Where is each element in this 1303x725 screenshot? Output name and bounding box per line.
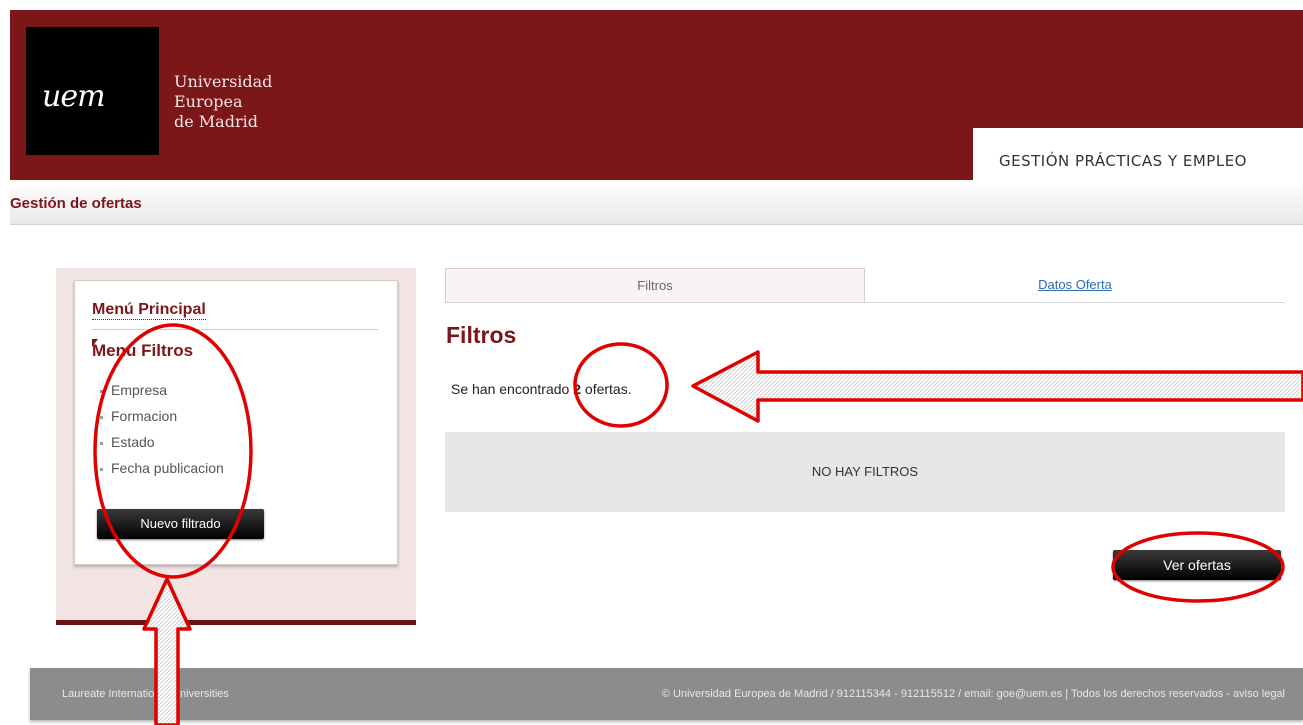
filter-item-label: Empresa <box>111 382 168 398</box>
logo-mark: uem <box>42 79 106 114</box>
tab-datos-oferta[interactable]: Datos Oferta <box>865 268 1285 301</box>
site-header: uem Universidad Europea de Madrid GESTIÓ… <box>10 10 1303 180</box>
sidebar-menu: Menú Principal Menú Filtros Empresa Form… <box>74 280 398 565</box>
menu-divider <box>92 329 378 330</box>
new-filter-button[interactable]: Nuevo filtrado <box>97 509 264 539</box>
filter-item-label: Formacion <box>111 408 178 424</box>
result-suffix: ofertas. <box>581 381 632 397</box>
annotation-arrow-left <box>691 350 1303 423</box>
tab-filtros[interactable]: Filtros <box>445 268 865 302</box>
uem-logo[interactable]: uem <box>26 27 159 155</box>
bullet-icon <box>100 415 103 419</box>
bullet-icon <box>100 389 103 393</box>
page-title: Filtros <box>446 322 517 348</box>
filter-item-formacion[interactable]: Formacion <box>100 403 224 429</box>
bullet-icon <box>100 467 103 471</box>
filter-item-label: Fecha publicacion <box>111 460 224 476</box>
filter-item-label: Estado <box>111 434 155 450</box>
section-bar: Gestión de ofertas <box>10 182 1303 225</box>
section-title: Gestión de ofertas <box>10 195 142 212</box>
footer-right-text: © Universidad Europea de Madrid / 912115… <box>661 688 1285 700</box>
no-filters-panel: NO HAY FILTROS <box>445 432 1285 512</box>
filter-item-fecha[interactable]: Fecha publicacion <box>100 455 224 481</box>
result-prefix: Se han encontrado <box>451 381 574 397</box>
university-name-line: Europea <box>174 92 243 111</box>
filter-list: Empresa Formacion Estado Fecha publicaci… <box>100 377 224 481</box>
result-count: 2 <box>573 381 582 397</box>
footer-left-text: Laureate International Universities <box>62 688 229 700</box>
main-menu-link[interactable]: Menú Principal <box>92 301 206 320</box>
tab-bar: Filtros Datos Oferta <box>445 268 1285 303</box>
app-banner-title: GESTIÓN PRÁCTICAS Y EMPLEO <box>999 152 1247 170</box>
site-footer: Laureate International Universities © Un… <box>30 668 1303 720</box>
university-name-line: de Madrid <box>174 112 258 131</box>
filter-item-estado[interactable]: Estado <box>100 429 224 455</box>
view-offers-button[interactable]: Ver ofertas <box>1113 550 1281 580</box>
app-banner: GESTIÓN PRÁCTICAS Y EMPLEO <box>973 128 1303 180</box>
university-name: Universidad Europea de Madrid <box>174 72 272 132</box>
filter-item-empresa[interactable]: Empresa <box>100 377 224 403</box>
filter-menu-heading: Menú Filtros <box>92 341 194 360</box>
university-name-line: Universidad <box>174 72 273 91</box>
bullet-icon <box>100 441 103 445</box>
sidebar-divider <box>56 620 416 625</box>
result-count-text: Se han encontrado 2 ofertas. <box>451 381 632 397</box>
